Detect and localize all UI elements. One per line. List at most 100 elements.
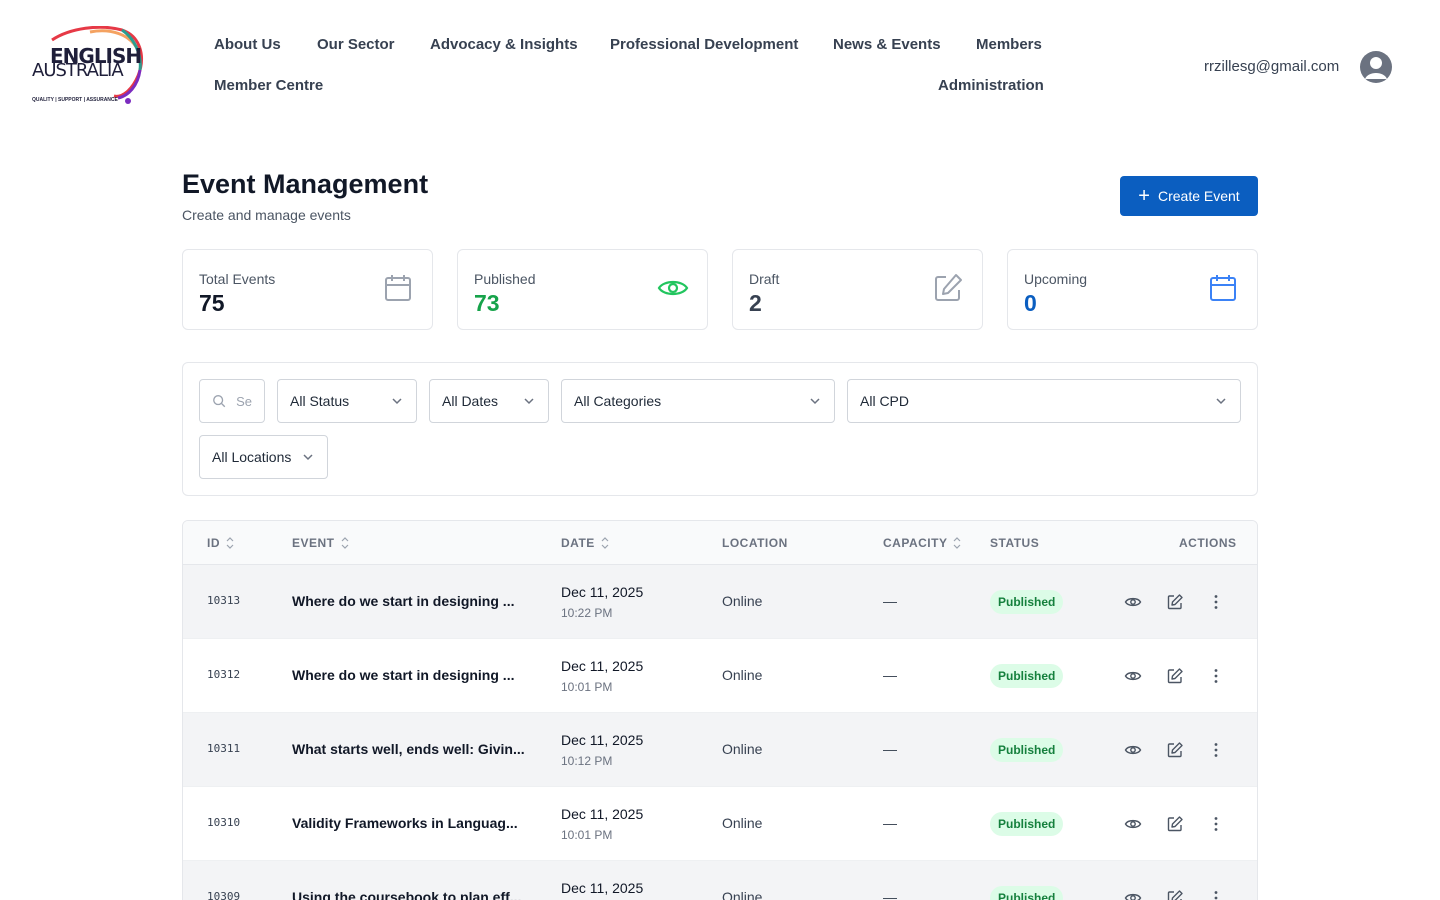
cpd-filter-select[interactable]: All CPD xyxy=(847,379,1241,423)
sort-icon xyxy=(601,537,609,549)
event-capacity: — xyxy=(883,593,897,609)
nav-news-events[interactable]: News & Events xyxy=(833,36,941,53)
view-eye-icon[interactable] xyxy=(1124,593,1142,611)
edit-icon[interactable] xyxy=(1166,593,1184,611)
dates-filter-select[interactable]: All Dates xyxy=(429,379,549,423)
event-time: 10:01 PM xyxy=(561,828,613,842)
status-badge: Published xyxy=(990,886,1064,900)
eye-icon xyxy=(657,280,689,296)
column-header-label: STATUS xyxy=(990,536,1040,550)
edit-icon[interactable] xyxy=(1166,741,1184,759)
table-row[interactable]: 10311 What starts well, ends well: Givin… xyxy=(183,713,1257,787)
user-email[interactable]: rrzillesg@gmail.com xyxy=(1204,58,1339,75)
column-header-label: ACTIONS xyxy=(1179,536,1237,550)
column-header-status: STATUS xyxy=(990,536,1039,550)
view-eye-icon[interactable] xyxy=(1124,889,1142,900)
view-eye-icon[interactable] xyxy=(1124,741,1142,759)
english-australia-logo[interactable]: ENGLISH AUSTRALIA QUALITY | SUPPORT | AS… xyxy=(30,26,145,108)
column-header-capacity[interactable]: CAPACITY xyxy=(883,536,961,550)
column-header-location: LOCATION xyxy=(722,536,788,550)
nav-administration[interactable]: Administration xyxy=(938,77,1044,94)
more-vertical-icon[interactable] xyxy=(1207,741,1225,759)
status-badge: Published xyxy=(990,590,1064,614)
column-header-label: DATE xyxy=(561,536,595,550)
search-icon xyxy=(213,395,226,408)
event-location: Online xyxy=(722,667,763,683)
table-row[interactable]: 10312 Where do we start in designing ...… xyxy=(183,639,1257,713)
edit-icon[interactable] xyxy=(1166,815,1184,833)
calendar-icon xyxy=(385,275,411,301)
stat-label: Total Events xyxy=(199,271,276,287)
locations-filter-value: All Locations xyxy=(212,449,292,465)
event-id: 10311 xyxy=(207,742,241,755)
column-header-event[interactable]: EVENT xyxy=(292,536,349,550)
table-row[interactable]: 10310 Validity Frameworks in Languag... … xyxy=(183,787,1257,861)
calendar-icon xyxy=(1210,275,1236,301)
nav-advocacy-insights[interactable]: Advocacy & Insights xyxy=(430,36,578,53)
stat-card-upcoming: Upcoming 0 xyxy=(1007,249,1258,330)
event-location: Online xyxy=(722,741,763,757)
more-vertical-icon[interactable] xyxy=(1207,815,1225,833)
status-badge: Published xyxy=(990,664,1064,688)
column-header-id[interactable]: ID xyxy=(207,536,234,550)
nav-member-centre[interactable]: Member Centre xyxy=(214,77,323,94)
table-row[interactable]: 10313 Where do we start in designing ...… xyxy=(183,565,1257,639)
event-date: Dec 11, 2025 xyxy=(561,658,644,674)
column-header-date[interactable]: DATE xyxy=(561,536,609,550)
page-subtitle: Create and manage events xyxy=(182,207,351,223)
nav-about-us[interactable]: About Us xyxy=(214,36,281,53)
stat-value: 75 xyxy=(199,290,225,316)
event-time: 10:22 PM xyxy=(561,606,613,620)
search-placeholder: Se xyxy=(236,393,252,409)
event-title[interactable]: Using the coursebook to plan eff... xyxy=(292,889,521,900)
edit-icon xyxy=(935,274,962,301)
page-title: Event Management xyxy=(182,169,429,199)
stat-card-total-events: Total Events 75 xyxy=(182,249,433,330)
status-badge: Published xyxy=(990,738,1064,762)
more-vertical-icon[interactable] xyxy=(1207,667,1225,685)
categories-filter-value: All Categories xyxy=(574,393,662,409)
stat-card-draft: Draft 2 xyxy=(732,249,983,330)
column-header-label: ID xyxy=(207,536,220,550)
event-title[interactable]: Validity Frameworks in Languag... xyxy=(292,815,518,831)
stat-label: Published xyxy=(474,271,536,287)
edit-icon[interactable] xyxy=(1166,667,1184,685)
stat-card-published: Published 73 xyxy=(457,249,708,330)
edit-icon[interactable] xyxy=(1166,889,1184,900)
event-id: 10312 xyxy=(207,668,241,681)
event-id: 10309 xyxy=(207,890,241,900)
site-header: ENGLISH AUSTRALIA QUALITY | SUPPORT | AS… xyxy=(0,0,1440,130)
view-eye-icon[interactable] xyxy=(1124,667,1142,685)
table-row[interactable]: 10309 Using the coursebook to plan eff..… xyxy=(183,861,1257,900)
status-filter-value: All Status xyxy=(290,393,350,409)
nav-professional-development[interactable]: Professional Development xyxy=(610,36,798,53)
cpd-filter-value: All CPD xyxy=(860,393,910,409)
event-date: Dec 11, 2025 xyxy=(561,806,644,822)
nav-our-sector[interactable]: Our Sector xyxy=(317,36,395,53)
event-title[interactable]: Where do we start in designing ... xyxy=(292,667,514,683)
create-event-button[interactable]: + Create Event xyxy=(1120,176,1258,216)
column-header-label: EVENT xyxy=(292,536,335,550)
stat-label: Draft xyxy=(749,271,780,287)
event-title[interactable]: Where do we start in designing ... xyxy=(292,593,514,609)
stat-value: 73 xyxy=(474,290,500,316)
more-vertical-icon[interactable] xyxy=(1207,889,1225,900)
search-input[interactable]: Se xyxy=(199,379,265,423)
sort-icon xyxy=(341,537,348,549)
chevron-down-icon xyxy=(392,398,402,405)
categories-filter-select[interactable]: All Categories xyxy=(561,379,835,423)
user-circle-icon[interactable] xyxy=(1360,51,1392,83)
event-id: 10310 xyxy=(207,816,241,829)
column-header-label: CAPACITY xyxy=(883,536,948,550)
event-location: Online xyxy=(722,815,763,831)
dates-filter-value: All Dates xyxy=(442,393,499,409)
event-location: Online xyxy=(722,593,763,609)
status-filter-select[interactable]: All Status xyxy=(277,379,417,423)
view-eye-icon[interactable] xyxy=(1124,815,1142,833)
more-vertical-icon[interactable] xyxy=(1207,593,1225,611)
locations-filter-select[interactable]: All Locations xyxy=(199,435,328,479)
event-date: Dec 11, 2025 xyxy=(561,732,644,748)
logo-tagline: QUALITY | SUPPORT | ASSURANCE xyxy=(32,97,118,103)
event-title[interactable]: What starts well, ends well: Givin... xyxy=(292,741,525,757)
nav-members[interactable]: Members xyxy=(976,36,1042,53)
